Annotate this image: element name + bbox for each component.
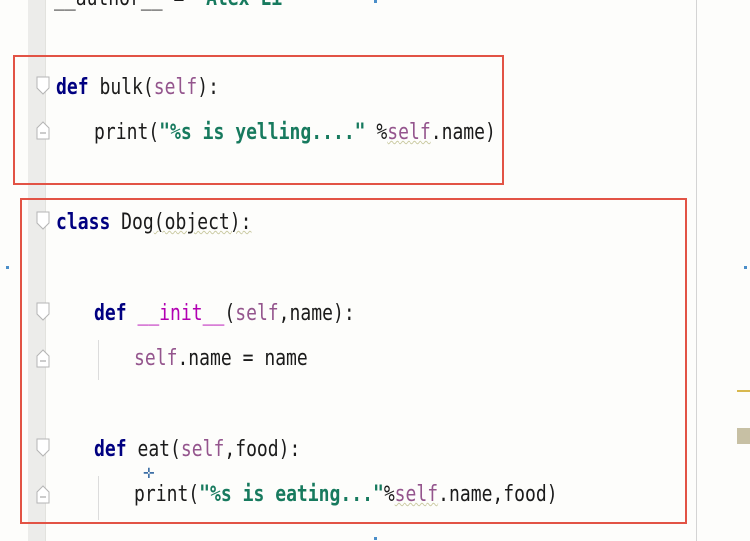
selection-handle[interactable] <box>744 266 747 269</box>
code-line-author[interactable]: __author__ = "Alex Li" <box>54 0 293 14</box>
scrollbar-marker[interactable] <box>737 390 750 392</box>
operator: = <box>163 0 196 11</box>
selection-handle[interactable] <box>374 537 377 540</box>
right-margin-guide <box>696 0 697 541</box>
highlight-box-bulk <box>13 55 504 185</box>
selection-handle[interactable] <box>6 266 9 269</box>
highlight-box-class-dog <box>20 198 687 524</box>
author-var: __author__ <box>54 0 163 11</box>
code-editor[interactable]: __author__ = "Alex Li" def bulk(self): p… <box>0 0 750 541</box>
scrollbar-thumb[interactable] <box>737 428 750 444</box>
selection-handle[interactable] <box>374 0 377 3</box>
string-literal: "Alex Li" <box>195 0 293 11</box>
